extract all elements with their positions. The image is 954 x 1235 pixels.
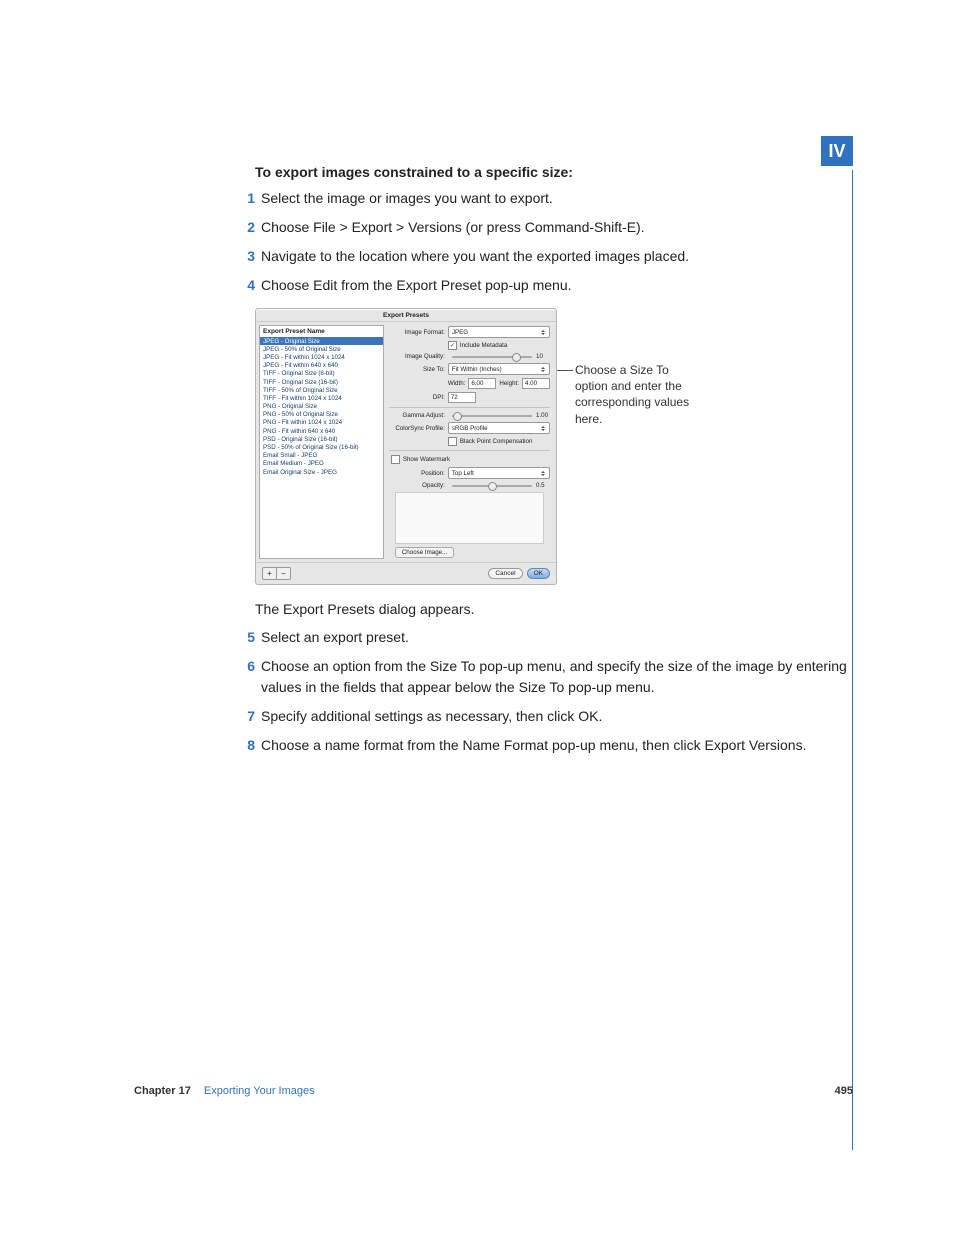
preset-item[interactable]: PSD - Original Size (16-bit) (263, 435, 380, 443)
width-input[interactable]: 6.00 (468, 378, 496, 389)
dialog-settings: Image Format: JPEG ✓Include Metadata Ima… (387, 322, 556, 562)
step-5: 5Select an export preset. (255, 627, 875, 648)
opacity-slider[interactable] (452, 485, 532, 487)
width-label: Width: (448, 380, 466, 387)
image-format-label: Image Format: (389, 329, 448, 336)
select-arrows-icon (540, 469, 546, 477)
preset-item[interactable]: JPEG - 50% of Original Size (263, 345, 380, 353)
position-label: Position: (389, 470, 448, 477)
step-1: 1Select the image or images you want to … (255, 188, 875, 209)
figure-caption: The Export Presets dialog appears. (255, 599, 875, 619)
step-7: 7Specify additional settings as necessar… (255, 706, 875, 727)
gamma-slider[interactable] (452, 415, 532, 417)
watermark-preview (395, 492, 544, 544)
select-arrows-icon (540, 365, 546, 373)
dialog-figure: Export Presets Export Preset Name JPEG -… (255, 308, 875, 585)
step-8: 8Choose a name format from the Name Form… (255, 735, 875, 756)
colorsync-label: ColorSync Profile: (389, 425, 448, 432)
image-quality-value: 10 (536, 353, 550, 360)
preset-item[interactable]: Email Small - JPEG (263, 452, 380, 460)
preset-item[interactable]: PNG - Fit within 1024 x 1024 (263, 419, 380, 427)
step-3: 3Navigate to the location where you want… (255, 246, 875, 267)
figure-annotation: Choose a Size To option and enter the co… (575, 362, 695, 427)
select-arrows-icon (540, 328, 546, 336)
dpi-input[interactable]: 72 (448, 392, 476, 403)
blackpoint-checkbox[interactable]: Black Point Compensation (448, 437, 550, 446)
preset-list[interactable]: Export Preset Name JPEG - Original Size … (259, 325, 384, 559)
step-2: 2Choose File > Export > Versions (or pre… (255, 217, 875, 238)
gamma-label: Gamma Adjust: (389, 412, 448, 419)
preset-item[interactable]: TIFF - Fit within 1024 x 1024 (263, 394, 380, 402)
preset-item[interactable]: JPEG - Original Size (260, 337, 383, 345)
export-presets-dialog: Export Presets Export Preset Name JPEG -… (255, 308, 557, 585)
image-quality-slider[interactable] (452, 356, 532, 358)
page-content: To export images constrained to a specif… (255, 164, 875, 764)
opacity-label: Opacity: (389, 482, 448, 489)
preset-item[interactable]: JPEG - Fit within 640 x 640 (263, 362, 380, 370)
ok-button[interactable]: OK (527, 568, 550, 579)
preset-item[interactable]: TIFF - 50% of Original Size (263, 386, 380, 394)
step-4: 4Choose Edit from the Export Preset pop-… (255, 275, 875, 296)
image-quality-label: Image Quality: (389, 353, 448, 360)
preset-item[interactable]: JPEG - Fit within 1024 x 1024 (263, 353, 380, 361)
image-format-select[interactable]: JPEG (448, 326, 550, 338)
preset-list-header: Export Preset Name (263, 328, 380, 335)
show-watermark-checkbox[interactable]: Show Watermark (391, 455, 550, 464)
choose-image-button[interactable]: Choose Image... (395, 547, 454, 558)
colorsync-select[interactable]: sRGB Profile (448, 422, 550, 434)
size-to-label: Size To: (389, 366, 448, 373)
step-6: 6Choose an option from the Size To pop-u… (255, 656, 875, 698)
preset-item[interactable]: PNG - 50% of Original Size (263, 411, 380, 419)
page-footer: Chapter 17 Exporting Your Images 495 (134, 1085, 853, 1097)
position-select[interactable]: Top Left (448, 467, 550, 479)
gamma-value: 1.00 (536, 412, 550, 419)
preset-item[interactable]: TIFF - Original Size (16-bit) (263, 378, 380, 386)
section-heading: To export images constrained to a specif… (255, 164, 875, 180)
add-preset-button[interactable]: + (262, 567, 276, 580)
section-tab: IV (821, 136, 853, 166)
dialog-title: Export Presets (256, 309, 556, 322)
include-metadata-checkbox[interactable]: ✓Include Metadata (448, 341, 550, 350)
select-arrows-icon (540, 424, 546, 432)
preset-item[interactable]: PNG - Fit within 640 x 640 (263, 427, 380, 435)
dpi-label: DPI: (389, 394, 448, 401)
preset-item[interactable]: Email Original Size - JPEG (263, 468, 380, 476)
cancel-button[interactable]: Cancel (488, 568, 522, 579)
preset-item[interactable]: PNG - Original Size (263, 403, 380, 411)
height-input[interactable]: 4.00 (522, 378, 550, 389)
chapter-label: Chapter 17 (134, 1085, 191, 1097)
page-number: 495 (835, 1085, 853, 1097)
preset-item[interactable]: TIFF - Original Size (8-bit) (263, 370, 380, 378)
preset-item[interactable]: Email Medium - JPEG (263, 460, 380, 468)
height-label: Height: (499, 380, 519, 387)
remove-preset-button[interactable]: − (276, 567, 291, 580)
preset-item[interactable]: PSD - 50% of Original Size (16-bit) (263, 443, 380, 451)
chapter-title: Exporting Your Images (204, 1085, 315, 1097)
opacity-value: 0.5 (536, 482, 550, 489)
size-to-select[interactable]: Fit Within (Inches) (448, 363, 550, 375)
